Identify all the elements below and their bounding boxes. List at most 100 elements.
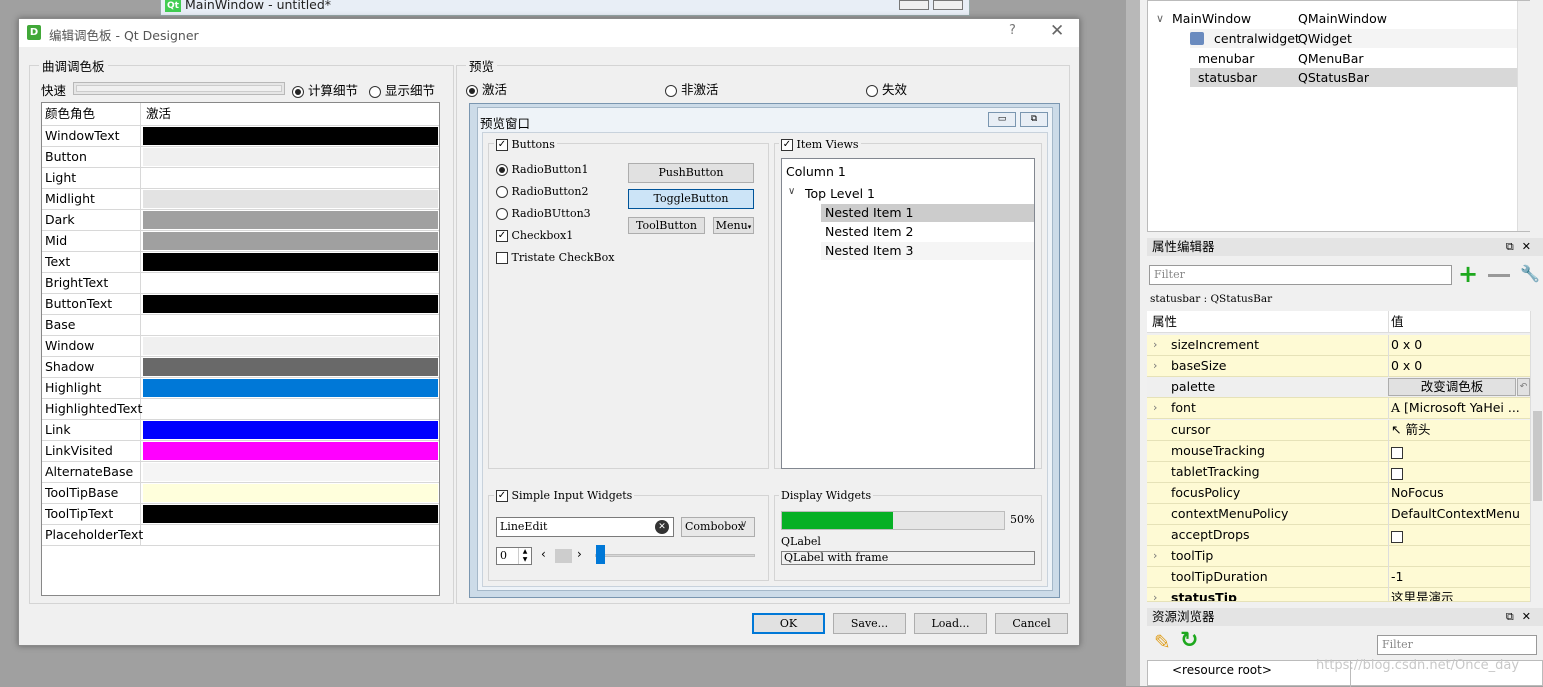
property-value[interactable]: DefaultContextMenu: [1388, 504, 1530, 525]
property-value[interactable]: [1388, 462, 1530, 483]
dock-buttons[interactable]: ⧉✕: [1506, 238, 1539, 256]
tree-row-centralwidget[interactable]: centralwidget QWidget: [1190, 29, 1530, 48]
property-value[interactable]: -1: [1388, 567, 1530, 588]
ok-button[interactable]: OK: [752, 613, 825, 634]
minimize-icon[interactable]: ▭: [988, 112, 1016, 127]
chevron-right-icon[interactable]: ›: [1153, 356, 1157, 376]
property-value[interactable]: 这里是演示: [1388, 588, 1530, 601]
radio-icon[interactable]: [496, 208, 508, 220]
resource-filter-input[interactable]: Filter: [1377, 635, 1537, 655]
property-row-basesize[interactable]: › baseSize 0 x 0: [1147, 356, 1530, 377]
minimize-button[interactable]: [899, 0, 929, 10]
object-inspector-tree[interactable]: ∨ MainWindow QMainWindow centralwidget Q…: [1147, 0, 1530, 232]
property-filter-input[interactable]: Filter: [1149, 265, 1452, 285]
spin-arrows-icon[interactable]: ▲ ▼: [518, 548, 531, 564]
color-swatch-button[interactable]: [142, 504, 439, 524]
remove-property-icon[interactable]: [1488, 274, 1510, 277]
chevron-down-icon[interactable]: ∨: [740, 519, 747, 530]
radio-checked-icon[interactable]: [292, 85, 304, 98]
color-role-row[interactable]: Mid: [42, 231, 439, 252]
scroll-right-icon[interactable]: ›: [577, 547, 582, 561]
color-swatch-button[interactable]: [142, 525, 439, 545]
line-edit[interactable]: LineEdit ✕: [496, 517, 674, 537]
acceptdrops-checkbox[interactable]: [1391, 531, 1403, 543]
color-role-row[interactable]: WindowText: [42, 126, 439, 147]
property-value[interactable]: [1388, 441, 1530, 462]
chevron-right-icon[interactable]: ›: [1153, 398, 1157, 418]
checkbox-icon[interactable]: [496, 252, 508, 264]
chevron-down-icon[interactable]: ∨: [788, 186, 795, 197]
checkbox1[interactable]: ✓ Checkbox1: [496, 229, 573, 242]
property-row-acceptdrops[interactable]: acceptDrops: [1147, 525, 1530, 546]
color-swatch-button[interactable]: [142, 210, 439, 230]
buttons-group-title[interactable]: ✓ Buttons: [494, 138, 557, 151]
tree-nested-item[interactable]: Nested Item 3: [821, 242, 1034, 260]
tool-button[interactable]: ToolButton: [628, 217, 705, 234]
resource-root[interactable]: <resource root>: [1172, 663, 1272, 677]
radio-checked-icon[interactable]: [496, 164, 508, 176]
color-role-row[interactable]: PlaceholderText: [42, 525, 439, 546]
color-role-row[interactable]: Base: [42, 315, 439, 336]
show-details-radio[interactable]: 显示细节: [369, 80, 435, 99]
color-swatch-button[interactable]: [142, 294, 439, 314]
color-swatch-button[interactable]: [142, 399, 439, 419]
color-role-row[interactable]: Light: [42, 168, 439, 189]
color-role-row[interactable]: BrightText: [42, 273, 439, 294]
change-palette-button[interactable]: 改变调色板: [1388, 378, 1516, 396]
mode-disabled-radio[interactable]: 失效: [866, 79, 907, 98]
property-row-tooltipduration[interactable]: toolTipDuration -1: [1147, 567, 1530, 588]
slider-handle[interactable]: [596, 545, 605, 564]
slider-track[interactable]: [595, 554, 755, 557]
wrench-icon[interactable]: 🔧: [1520, 264, 1540, 283]
color-swatch-button[interactable]: [142, 378, 439, 398]
close-button[interactable]: ✕: [1050, 21, 1064, 41]
radio-icon[interactable]: [866, 84, 878, 97]
property-row-cursor[interactable]: cursor ↖ 箭头: [1147, 420, 1530, 441]
color-swatch-button[interactable]: [142, 483, 439, 503]
tree-view[interactable]: Column 1 ∨ Top Level 1 Nested Item 1 Nes…: [781, 158, 1035, 469]
tree-nested-item[interactable]: Nested Item 2: [821, 223, 1034, 241]
color-swatch-button[interactable]: [142, 231, 439, 251]
property-value[interactable]: 0 x 0: [1388, 356, 1530, 377]
clear-icon[interactable]: ✕: [655, 520, 669, 534]
color-swatch-button[interactable]: [142, 147, 439, 167]
tristate-checkbox[interactable]: Tristate CheckBox: [496, 251, 614, 264]
color-swatch-button[interactable]: [142, 420, 439, 440]
checkbox-checked-icon[interactable]: ✓: [496, 139, 508, 151]
toggle-button[interactable]: ToggleButton: [628, 189, 754, 209]
load-button[interactable]: Load...: [914, 613, 987, 634]
restore-icon[interactable]: ⧉: [1020, 112, 1048, 127]
color-swatch-button[interactable]: [142, 273, 439, 293]
checkbox-checked-icon[interactable]: ✓: [496, 230, 508, 242]
color-role-row[interactable]: Highlight: [42, 378, 439, 399]
chevron-right-icon[interactable]: ›: [1153, 335, 1157, 355]
property-row-focuspolicy[interactable]: focusPolicy NoFocus: [1147, 483, 1530, 504]
color-role-row[interactable]: Text: [42, 252, 439, 273]
color-swatch-button[interactable]: [142, 315, 439, 335]
scroll-thumb[interactable]: [555, 549, 572, 563]
quick-color-button[interactable]: [73, 82, 285, 95]
item-views-group-title[interactable]: ✓ Item Views: [779, 138, 861, 151]
color-role-row[interactable]: LinkVisited: [42, 441, 439, 462]
color-role-row[interactable]: Midlight: [42, 189, 439, 210]
radiobutton1[interactable]: RadioButton1: [496, 163, 589, 176]
compute-details-radio[interactable]: 计算细节: [292, 80, 358, 99]
color-swatch-button[interactable]: [142, 441, 439, 461]
radio-icon[interactable]: [369, 85, 381, 98]
color-role-row[interactable]: Shadow: [42, 357, 439, 378]
tree-scrollbar[interactable]: [1517, 1, 1530, 231]
radio-icon[interactable]: [496, 186, 508, 198]
color-role-row[interactable]: ToolTipBase: [42, 483, 439, 504]
spin-box[interactable]: 0 ▲ ▼: [496, 547, 532, 565]
tree-row-menubar[interactable]: menubar QMenuBar: [1190, 49, 1530, 68]
scroll-left-icon[interactable]: ‹: [541, 547, 546, 561]
close-button[interactable]: [933, 0, 963, 10]
radio-checked-icon[interactable]: [466, 84, 478, 97]
property-value[interactable]: NoFocus: [1388, 483, 1530, 504]
designer-scrollbar[interactable]: [1126, 0, 1140, 686]
property-row-tablettracking[interactable]: tabletTracking: [1147, 462, 1530, 483]
property-row-tooltip[interactable]: › toolTip: [1147, 546, 1530, 567]
color-swatch-button[interactable]: [142, 126, 439, 146]
add-dynamic-property-icon[interactable]: +: [1458, 262, 1478, 286]
color-role-row[interactable]: HighlightedText: [42, 399, 439, 420]
